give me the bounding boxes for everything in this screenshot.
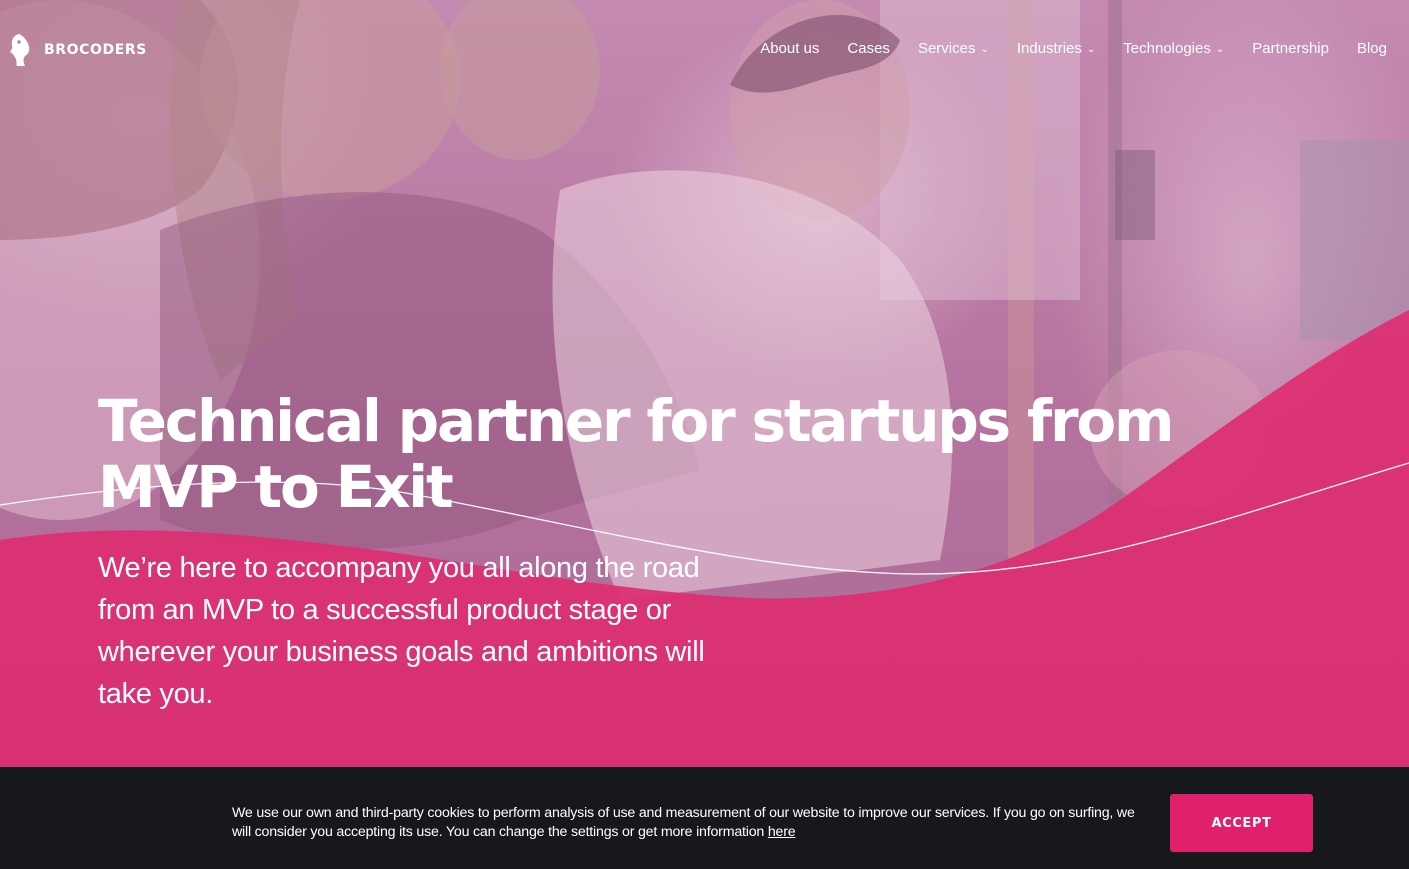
nav-label: About us (760, 40, 820, 57)
hero-title: Technical partner for startups from MVP … (98, 387, 1174, 521)
nav-item-blog[interactable]: Blog (1357, 40, 1387, 57)
hero-section: BROCODERS About us Cases Services ⌄ Indu… (0, 0, 1409, 869)
nav-label: Partnership (1252, 40, 1329, 57)
nav-item-cases[interactable]: Cases (847, 40, 890, 57)
nav-item-partnership[interactable]: Partnership (1252, 40, 1329, 57)
main-navigation: About us Cases Services ⌄ Industries ⌄ T… (760, 40, 1387, 57)
nav-item-services[interactable]: Services ⌄ (918, 40, 989, 57)
nav-label: Services (917, 40, 976, 57)
cookie-message: We use our own and third-party cookies t… (232, 804, 1142, 842)
chevron-down-icon: ⌄ (980, 43, 989, 55)
nav-item-technologies[interactable]: Technologies ⌄ (1123, 40, 1224, 57)
cookie-text: We use our own and third-party cookies t… (232, 805, 1135, 840)
cookie-more-info-link[interactable]: here (768, 824, 796, 840)
brand-name: BROCODERS (44, 42, 147, 58)
chevron-down-icon: ⌄ (1215, 43, 1225, 55)
cookie-consent-bar: We use our own and third-party cookies t… (0, 767, 1409, 869)
brocoders-logo-icon (10, 34, 30, 66)
nav-label: Blog (1356, 40, 1387, 57)
nav-label: Industries (1016, 40, 1082, 57)
nav-label: Cases (847, 40, 890, 57)
chevron-down-icon: ⌄ (1086, 43, 1096, 55)
accept-cookies-button[interactable]: ACCEPT (1170, 794, 1313, 852)
nav-item-industries[interactable]: Industries ⌄ (1017, 40, 1095, 57)
nav-item-about-us[interactable]: About us (760, 40, 819, 57)
brand-logo[interactable]: BROCODERS (8, 33, 147, 67)
nav-label: Technologies (1123, 40, 1211, 57)
hero-subtitle: We’re here to accompany you all along th… (98, 552, 705, 710)
